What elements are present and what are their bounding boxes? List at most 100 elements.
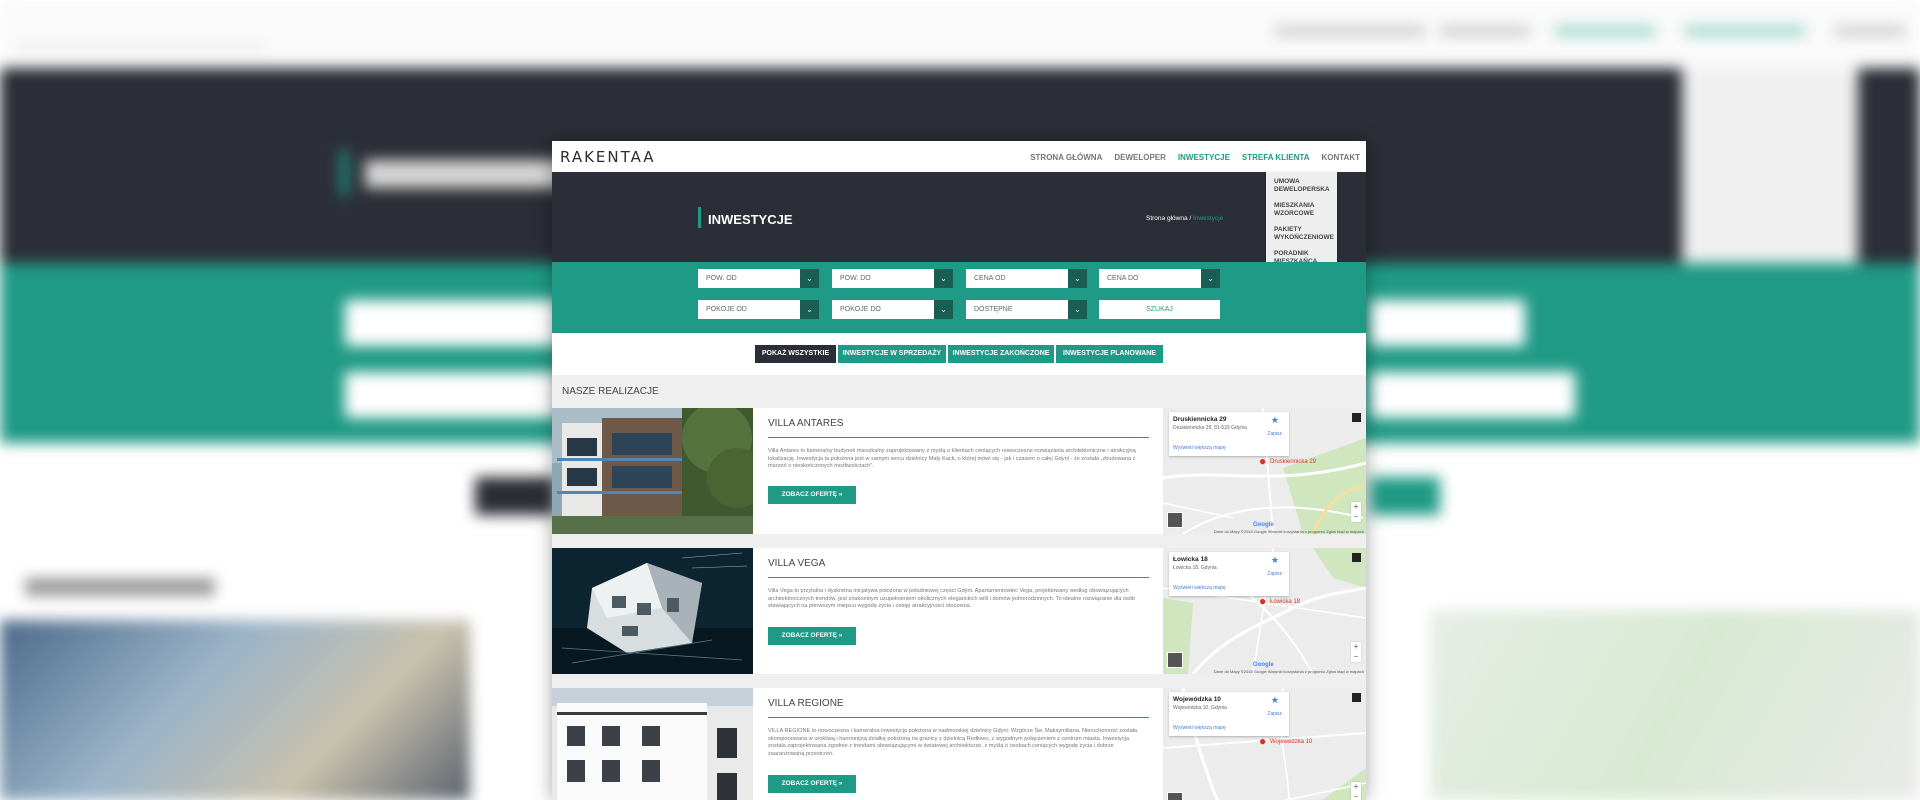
projects-section: NASZE REALIZACJE VILLA ANTARES Villa Ant… xyxy=(552,375,1366,800)
map-pin-icon[interactable]: ● xyxy=(1259,734,1266,748)
dropdown-item-model-apartments[interactable]: MIESZKANIA WZORCOWE xyxy=(1266,194,1337,218)
bg-heading xyxy=(25,578,215,596)
street-view-icon[interactable] xyxy=(1167,652,1183,668)
zoom-controls[interactable]: + − xyxy=(1351,642,1361,662)
area-to-select[interactable]: POW. DO ⌄ xyxy=(832,269,953,288)
breadcrumb-home[interactable]: Strona główna xyxy=(1146,215,1188,222)
map-pin-label: Wojewódzka 10 xyxy=(1270,739,1313,745)
map-pin-label: Druskiennicka 29 xyxy=(1270,459,1317,465)
bg-field xyxy=(345,300,560,346)
area-from-select[interactable]: POW. OD ⌄ xyxy=(698,269,819,288)
chevron-down-icon: ⌄ xyxy=(1068,269,1087,288)
map-place-title: Wojewódzka 10 xyxy=(1173,696,1221,703)
star-icon[interactable]: ★ xyxy=(1271,555,1279,566)
price-to-select[interactable]: CENA DO ⌄ xyxy=(1099,269,1220,288)
zoom-controls[interactable]: + − xyxy=(1351,502,1361,522)
bg-hero-bar xyxy=(340,150,348,196)
map-place-address: Wojewódzka 10, Gdynia xyxy=(1173,705,1227,711)
double-chevron-right-icon: » xyxy=(838,632,843,639)
bg-nav xyxy=(1440,26,1530,36)
nav-developer[interactable]: DEWELOPER xyxy=(1114,153,1166,162)
see-offer-button[interactable]: ZOBACZ OFERTĘ » xyxy=(768,486,856,504)
breadcrumb: Strona główna / Inwestycje xyxy=(1146,215,1223,222)
see-offer-label: ZOBACZ OFERTĘ xyxy=(781,780,837,787)
street-view-icon[interactable] xyxy=(1167,512,1183,528)
nav-home[interactable]: STRONA GŁÓWNA xyxy=(1030,153,1102,162)
nav-client-zone[interactable]: STREFA KLIENTA xyxy=(1242,153,1310,162)
fullscreen-icon[interactable] xyxy=(1352,553,1361,562)
map-pin-icon[interactable]: ● xyxy=(1259,454,1266,468)
logo[interactable]: RAKENTAA xyxy=(560,148,656,166)
bg-nav xyxy=(1835,26,1905,36)
title-divider xyxy=(768,437,1149,438)
project-title[interactable]: VILLA ANTARES xyxy=(768,418,843,429)
title-accent-bar xyxy=(698,207,701,228)
filter-form: POW. OD ⌄ POW. DO ⌄ CENA OD ⌄ CENA DO ⌄ … xyxy=(552,262,1366,333)
larger-map-link[interactable]: Wyświetl większą mapę xyxy=(1173,585,1226,591)
title-divider xyxy=(768,577,1149,578)
star-icon[interactable]: ★ xyxy=(1271,695,1279,706)
see-offer-button[interactable]: ZOBACZ OFERTĘ » xyxy=(768,775,856,793)
map-save-link[interactable]: Zapisz xyxy=(1267,571,1282,577)
client-zone-dropdown: UMOWA DEWELOPERSKA MIESZKANIA WZORCOWE P… xyxy=(1266,172,1337,268)
street-view-icon[interactable] xyxy=(1167,792,1183,800)
bg-image xyxy=(0,620,470,800)
tab-completed[interactable]: INWESTYCJE ZAKOŃCZONE xyxy=(948,345,1054,363)
star-icon[interactable]: ★ xyxy=(1271,415,1279,426)
project-title[interactable]: VILLA VEGA xyxy=(768,558,825,569)
google-logo-icon: Google xyxy=(1253,662,1274,668)
zoom-controls[interactable]: + − xyxy=(1351,782,1361,800)
investment-tabs: POKAŻ WSZYSTKIE INWESTYCJE W SPRZEDAŻY I… xyxy=(552,333,1366,375)
larger-map-link[interactable]: Wyświetl większą mapę xyxy=(1173,445,1226,451)
project-image-villa-antares[interactable] xyxy=(552,408,753,534)
dropdown-item-finishing-packages[interactable]: PAKIETY WYKOŃCZENIOWE xyxy=(1266,218,1337,242)
dropdown-item-developer-agreement[interactable]: UMOWA DEWELOPERSKA xyxy=(1266,172,1337,194)
project-image-villa-regione[interactable] xyxy=(552,688,753,800)
rooms-to-label: POKOJE DO xyxy=(840,306,881,313)
page-title: INWESTYCJE xyxy=(708,212,793,227)
project-card: VILLA ANTARES Villa Antares to kameralny… xyxy=(552,408,1366,534)
map-pin-icon[interactable]: ● xyxy=(1259,594,1266,608)
project-map[interactable]: Druskiennicka 29 Druskiennicka 29, 81-53… xyxy=(1163,408,1366,534)
area-from-label: POW. OD xyxy=(706,275,737,282)
double-chevron-right-icon: » xyxy=(838,491,843,498)
bg-map xyxy=(1430,610,1920,800)
availability-label: DOSTĘPNE xyxy=(974,306,1013,313)
project-map[interactable]: Łowicka 18 Łowicka 18, Gdynia Wyświetl w… xyxy=(1163,548,1366,674)
rooms-to-select[interactable]: POKOJE DO ⌄ xyxy=(832,300,953,319)
double-chevron-right-icon: » xyxy=(838,780,843,787)
price-to-label: CENA DO xyxy=(1107,275,1139,282)
fullscreen-icon[interactable] xyxy=(1352,693,1361,702)
chevron-down-icon: ⌄ xyxy=(800,300,819,319)
project-map[interactable]: Wojewódzka 10 Wojewódzka 10, Gdynia Wyśw… xyxy=(1163,688,1366,800)
map-save-link[interactable]: Zapisz xyxy=(1267,711,1282,717)
tab-show-all[interactable]: POKAŻ WSZYSTKIE xyxy=(755,345,836,363)
section-title: NASZE REALIZACJE xyxy=(562,386,659,397)
tab-for-sale[interactable]: INWESTYCJE W SPRZEDAŻY xyxy=(838,345,946,363)
bg-dropdown xyxy=(1682,68,1858,288)
nav-contact[interactable]: KONTAKT xyxy=(1321,153,1360,162)
availability-select[interactable]: DOSTĘPNE ⌄ xyxy=(966,300,1087,319)
chevron-down-icon: ⌄ xyxy=(934,300,953,319)
project-content: VILLA VEGA Villa Vega to przytulna i dys… xyxy=(768,548,1149,674)
fullscreen-icon[interactable] xyxy=(1352,413,1361,422)
larger-map-link[interactable]: Wyświetl większą mapę xyxy=(1173,725,1226,731)
search-button[interactable]: SZUKAJ xyxy=(1099,300,1220,319)
price-from-select[interactable]: CENA OD ⌄ xyxy=(966,269,1087,288)
map-info-card: Łowicka 18 Łowicka 18, Gdynia Wyświetl w… xyxy=(1169,552,1289,596)
project-description: Villa Antares to kameralny budynek miesz… xyxy=(768,448,1136,469)
chevron-down-icon: ⌄ xyxy=(1201,269,1220,288)
map-info-card: Druskiennicka 29 Druskiennicka 29, 81-53… xyxy=(1169,412,1289,456)
page-panel: RAKENTAA STRONA GŁÓWNA DEWELOPER INWESTY… xyxy=(552,141,1366,800)
breadcrumb-separator: / xyxy=(1189,215,1192,222)
project-image-villa-vega[interactable] xyxy=(552,548,753,674)
tab-planned[interactable]: INWESTYCJE PLANOWANE xyxy=(1056,345,1163,363)
nav-investments[interactable]: INWESTYCJE xyxy=(1178,153,1230,162)
project-title[interactable]: VILLA REGIONE xyxy=(768,698,844,709)
rooms-from-select[interactable]: POKOJE OD ⌄ xyxy=(698,300,819,319)
map-save-link[interactable]: Zapisz xyxy=(1267,431,1282,437)
project-card: VILLA VEGA Villa Vega to przytulna i dys… xyxy=(552,548,1366,674)
map-place-address: Druskiennicka 29, 81-533 Gdynia xyxy=(1173,425,1247,431)
see-offer-button[interactable]: ZOBACZ OFERTĘ » xyxy=(768,627,856,645)
chevron-down-icon: ⌄ xyxy=(934,269,953,288)
